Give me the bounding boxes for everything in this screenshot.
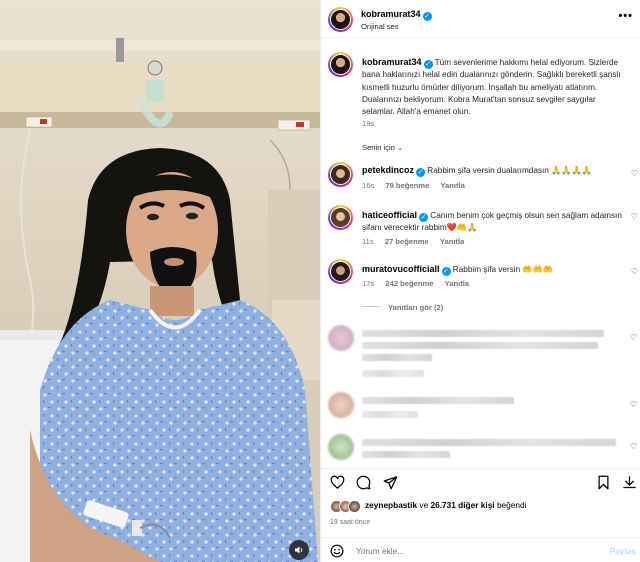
download-icon[interactable] (622, 475, 637, 490)
more-options-icon[interactable]: ••• (618, 10, 633, 22)
verified-badge-icon: ✓ (416, 168, 426, 177)
blurred-line (362, 370, 424, 377)
reply-button[interactable]: Yanıtla (440, 181, 464, 190)
blurred-line (362, 354, 432, 361)
comment-input[interactable] (356, 544, 596, 558)
caption: kobramurat34 ✓ Tüm sevenlerime hakkımı he… (362, 56, 630, 118)
caption-username[interactable]: kobramurat34 (362, 57, 422, 67)
post-header: kobramurat34 ✓ Orijinal ses ••• (321, 0, 640, 38)
commenter-avatar[interactable] (328, 205, 353, 230)
blurred-avatar (328, 325, 354, 351)
comment-item: muratovucofficiall ✓ Rabbim şifa versin 🤲… (322, 258, 640, 298)
comment-time[interactable]: 17s (362, 279, 374, 288)
emoji-icon[interactable] (330, 544, 344, 558)
commenter-avatar[interactable] (328, 259, 353, 284)
comment-likes[interactable]: 242 beğenme (385, 279, 433, 288)
liker-username[interactable]: zeynepbastik (365, 500, 417, 510)
caption-time[interactable]: 19s (362, 119, 374, 128)
for-you-label: Senin için (362, 143, 395, 152)
reply-button[interactable]: Yanıtla (445, 279, 469, 288)
author-username[interactable]: kobramurat34 (361, 9, 421, 19)
liker-avatars (330, 500, 366, 514)
commenter-username[interactable]: petekdincoz (362, 165, 414, 175)
verified-badge-icon: ✓ (423, 60, 433, 69)
share-send-icon[interactable] (383, 475, 398, 490)
see-replies-link[interactable]: Yanıtları gör (2) (362, 303, 443, 312)
blurred-line (362, 439, 616, 446)
commenter-username[interactable]: muratovucofficiall (362, 264, 440, 274)
like-comment-heart-icon[interactable]: ♡ (630, 333, 638, 342)
like-heart-icon[interactable] (330, 475, 345, 490)
avatar (348, 500, 361, 513)
chevron-down-icon: ⌄ (397, 145, 403, 152)
post-time[interactable]: 19 saat önce (330, 519, 370, 526)
author-avatar[interactable] (328, 7, 353, 32)
instagram-post-modal: kobramurat34 ✓ Orijinal ses ••• kobramura… (0, 0, 640, 562)
like-comment-heart-icon[interactable]: ♡ (630, 400, 638, 409)
verified-badge-icon: ✓ (441, 267, 451, 276)
likes-connector: ve (419, 500, 429, 510)
comment-icon[interactable] (356, 475, 371, 490)
like-comment-heart-icon[interactable]: ♡ (631, 267, 638, 276)
like-comment-heart-icon[interactable]: ♡ (631, 169, 638, 178)
likes-count[interactable]: 26.731 diğer kişi (431, 500, 495, 510)
likes-summary: zeynepbastik ve 26.731 diğer kişi beğend… (365, 500, 526, 510)
for-you-filter[interactable]: Senin için ⌄ (362, 143, 403, 152)
comment-time[interactable]: 11s (362, 237, 374, 246)
post-actions: zeynepbastik ve 26.731 diğer kişi beğend… (320, 468, 640, 562)
comment-item: petekdincoz ✓ Rabbim şifa versin dualarım… (322, 160, 640, 200)
comment-text: Rabbim şifa versin dualarımdasın 🙏🙏🙏🙏 (427, 166, 592, 175)
add-comment-bar: Paylaş (320, 537, 640, 562)
verified-badge-icon: ✓ (419, 213, 429, 222)
comment-likes[interactable]: 79 beğenme (385, 181, 429, 190)
speaker-icon (295, 546, 303, 554)
commenter-avatar[interactable] (328, 162, 353, 187)
commenter-username[interactable]: haticeofficial (362, 210, 417, 220)
blurred-line (362, 397, 514, 404)
mute-toggle-button[interactable] (289, 540, 309, 560)
audio-label[interactable]: Orijinal ses (361, 22, 399, 31)
save-bookmark-icon[interactable] (596, 475, 611, 490)
post-comment-button[interactable]: Paylaş (610, 546, 636, 556)
like-comment-heart-icon[interactable]: ♡ (631, 212, 638, 221)
comment-text: Rabbim şifa versin 🤲🤲🤲 (452, 265, 553, 274)
blurred-line (362, 411, 418, 418)
likes-suffix: beğendi (496, 500, 527, 510)
comment-likes[interactable]: 27 beğenme (385, 237, 429, 246)
comment-item: haticeofficial ✓ Canım benim çok geçmiş o… (322, 205, 640, 253)
blurred-line (362, 342, 598, 349)
caption-avatar[interactable] (328, 52, 353, 77)
hospital-photo (0, 0, 320, 562)
blurred-avatar (328, 434, 354, 460)
verified-badge-icon: ✓ (422, 12, 432, 21)
like-comment-heart-icon[interactable]: ♡ (630, 442, 638, 451)
comment-time[interactable]: 16s (362, 181, 374, 190)
blurred-line (362, 451, 450, 458)
blurred-avatar (328, 392, 354, 418)
post-media[interactable] (0, 0, 320, 562)
reply-button[interactable]: Yanıtla (440, 237, 464, 246)
blurred-line (362, 330, 604, 337)
